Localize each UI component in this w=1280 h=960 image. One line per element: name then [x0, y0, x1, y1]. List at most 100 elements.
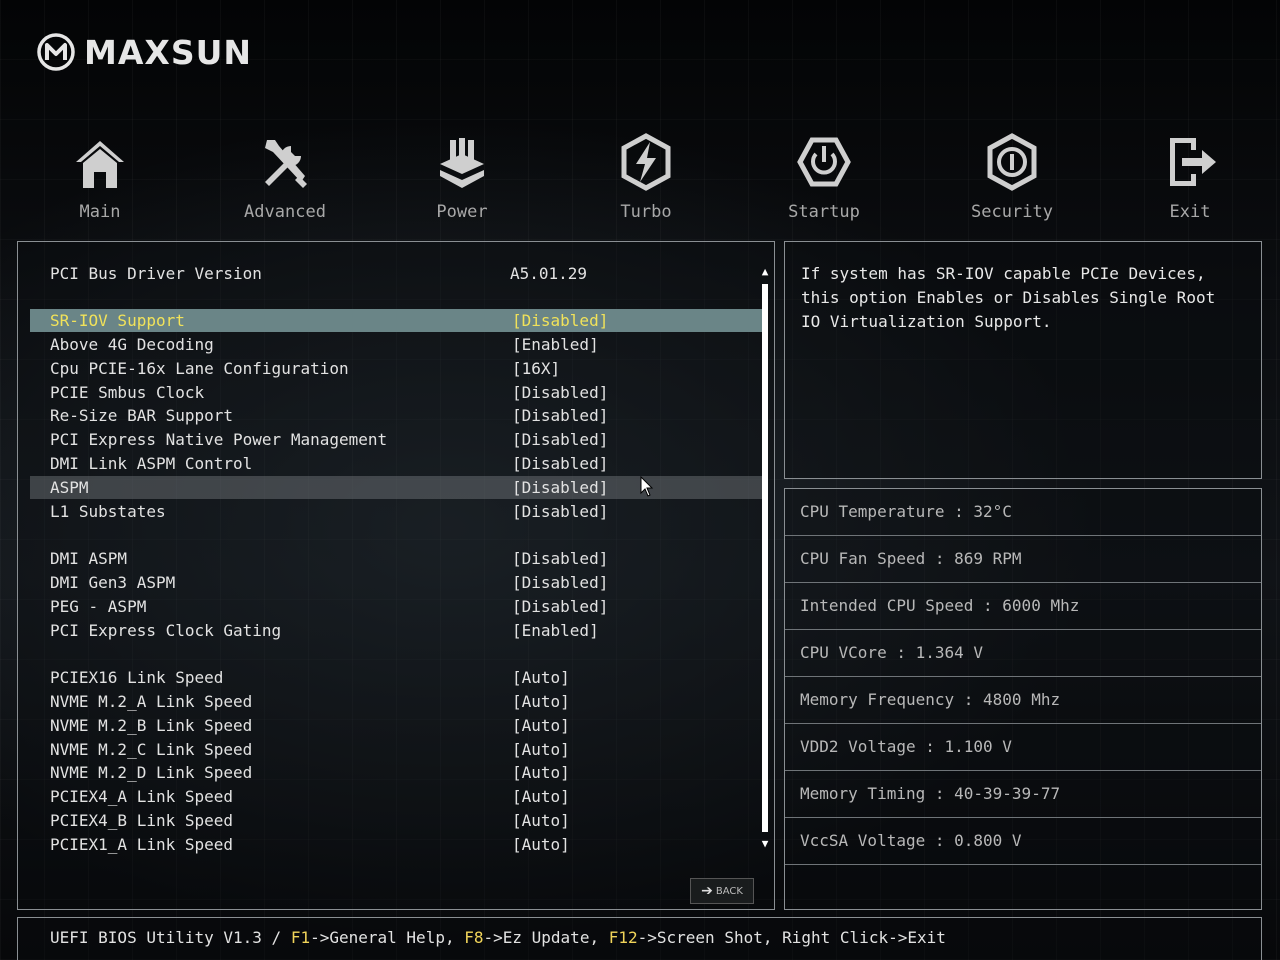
setting-row[interactable]: Above 4G Decoding [Enabled] — [30, 333, 762, 356]
setting-label: NVME M.2_B Link Speed — [50, 716, 253, 735]
setting-value[interactable]: [Auto] — [512, 738, 570, 761]
tools-icon — [265, 140, 307, 188]
settings-panel: PCI Bus Driver Version A5.01.29 SR-IOV S… — [17, 241, 775, 910]
setting-label: PCI Express Native Power Management — [50, 430, 388, 449]
scroll-down-arrow-icon[interactable]: ▼ — [760, 838, 770, 850]
setting-value[interactable]: [Disabled] — [512, 404, 608, 427]
setting-label: ASPM — [50, 478, 89, 497]
power-chip-icon — [440, 138, 484, 188]
setting-row[interactable]: NVME M.2_D Link Speed [Auto] — [30, 761, 762, 784]
help-panel: If system has SR-IOV capable PCIe Device… — [784, 241, 1262, 479]
setting-row[interactable]: NVME M.2_B Link Speed [Auto] — [30, 714, 762, 737]
setting-value[interactable]: [Disabled] — [512, 595, 608, 618]
setting-row[interactable]: PCIEX16 Link Speed [Auto] — [30, 666, 762, 689]
setting-value: A5.01.29 — [510, 264, 588, 283]
setting-value[interactable]: [Auto] — [512, 690, 570, 713]
nav-tab-power[interactable]: Power — [382, 128, 542, 228]
setting-value[interactable]: [Disabled] — [512, 547, 608, 570]
shield-lock-icon — [987, 133, 1037, 191]
setting-label: Above 4G Decoding — [50, 335, 214, 354]
nav-label-security: Security — [971, 202, 1053, 222]
footer-text-f1: ->General Help, — [310, 928, 465, 947]
setting-label: PCIE Smbus Clock — [50, 383, 205, 402]
setting-row[interactable]: PCIEX4_B Link Speed [Auto] — [30, 809, 762, 832]
setting-value[interactable]: [Enabled] — [512, 333, 599, 356]
setting-row[interactable]: DMI ASPM [Disabled] — [30, 547, 762, 570]
setting-row-sr-iov[interactable]: SR-IOV Support [Disabled] — [30, 309, 762, 332]
hw-memory-frequency: Memory Frequency : 4800 Mhz — [785, 677, 1261, 724]
scrollbar[interactable]: ▲ ▼ — [760, 266, 770, 850]
setting-value[interactable]: [Auto] — [512, 714, 570, 737]
setting-value[interactable]: [16X] — [512, 357, 560, 380]
nav-tab-advanced[interactable]: Advanced — [205, 128, 365, 228]
setting-value[interactable]: [Disabled] — [512, 309, 608, 332]
hw-cpu-vcore: CPU VCore : 1.364 V — [785, 630, 1261, 677]
setting-row[interactable]: Cpu PCIE-16x Lane Configuration [16X] — [30, 357, 762, 380]
footer-text-f8: ->Ez Update, — [483, 928, 609, 947]
exit-icon — [1170, 138, 1216, 186]
setting-row[interactable]: PCI Express Native Power Management [Dis… — [30, 428, 762, 451]
setting-value[interactable]: [Auto] — [512, 809, 570, 832]
footer-key-f12: F12 — [608, 928, 638, 947]
nav-tab-security[interactable]: Security — [932, 128, 1092, 228]
setting-label: PCIEX4_B Link Speed — [50, 811, 234, 830]
setting-row[interactable]: DMI Link ASPM Control [Disabled] — [30, 452, 762, 475]
setting-label: DMI Link ASPM Control — [50, 454, 253, 473]
setting-row[interactable]: DMI Gen3 ASPM [Disabled] — [30, 571, 762, 594]
help-text: If system has SR-IOV capable PCIe Device… — [801, 264, 1216, 331]
setting-label: SR-IOV Support — [50, 311, 185, 330]
hw-intended-cpu-speed: Intended CPU Speed : 6000 Mhz — [785, 583, 1261, 630]
nav-tab-startup[interactable]: Startup — [744, 128, 904, 228]
setting-row[interactable]: NVME M.2_A Link Speed [Auto] — [30, 690, 762, 713]
scroll-thumb[interactable] — [762, 284, 768, 832]
setting-value[interactable]: [Auto] — [512, 785, 570, 808]
setting-value[interactable]: [Disabled] — [512, 476, 608, 499]
setting-value[interactable]: [Disabled] — [512, 500, 608, 523]
setting-label: PCIEX1_A Link Speed — [50, 835, 234, 854]
setting-value[interactable]: [Disabled] — [512, 452, 608, 475]
nav-label-advanced: Advanced — [244, 202, 326, 222]
setting-value[interactable]: [Auto] — [512, 666, 570, 689]
setting-label: L1 Substates — [50, 502, 166, 521]
footer-key-f1: F1 — [290, 928, 311, 947]
setting-label: DMI Gen3 ASPM — [50, 573, 176, 592]
nav-tab-turbo[interactable]: Turbo — [566, 128, 726, 228]
setting-row[interactable]: L1 Substates [Disabled] — [30, 500, 762, 523]
hw-cpu-fan-speed: CPU Fan Speed : 869 RPM — [785, 536, 1261, 583]
footer-bar: UEFI BIOS Utility V1.3 / F1->General Hel… — [17, 917, 1262, 960]
nav-label-startup: Startup — [788, 202, 860, 222]
main-nav: Main Advanced Power Turbo Startup Securi… — [0, 128, 1280, 228]
setting-value[interactable]: [Auto] — [512, 761, 570, 784]
setting-row[interactable]: NVME M.2_C Link Speed [Auto] — [30, 738, 762, 761]
setting-value[interactable]: [Disabled] — [512, 381, 608, 404]
setting-label: NVME M.2_A Link Speed — [50, 692, 253, 711]
setting-label: DMI ASPM — [50, 549, 128, 568]
setting-row[interactable]: Re-Size BAR Support [Disabled] — [30, 404, 762, 427]
setting-value[interactable]: [Disabled] — [512, 571, 608, 594]
nav-tab-exit[interactable]: Exit — [1110, 128, 1270, 228]
setting-label: PCI Express Clock Gating — [50, 621, 282, 640]
home-icon — [76, 141, 124, 188]
setting-row[interactable]: PCIEX1_A Link Speed [Auto] — [30, 833, 762, 856]
setting-value[interactable]: [Disabled] — [512, 428, 608, 451]
setting-value[interactable]: [Auto] — [512, 833, 570, 856]
setting-row[interactable]: PCIE Smbus Clock [Disabled] — [30, 381, 762, 404]
setting-label: PEG - ASPM — [50, 597, 147, 616]
hw-cpu-temperature: CPU Temperature : 32°C — [785, 489, 1261, 536]
footer-text-f12: ->Screen Shot, Right Click->Exit — [637, 928, 946, 947]
power-button-icon — [797, 137, 851, 187]
back-button-label: BACK — [715, 885, 743, 897]
nav-label-exit: Exit — [1169, 202, 1211, 222]
setting-row[interactable]: PCI Express Clock Gating [Enabled] — [30, 619, 762, 642]
setting-row-info: PCI Bus Driver Version A5.01.29 — [30, 262, 762, 285]
setting-row[interactable]: PCIEX4_A Link Speed [Auto] — [30, 785, 762, 808]
hw-vdd2-voltage: VDD2 Voltage : 1.100 V — [785, 724, 1261, 771]
nav-tab-main[interactable]: Main — [20, 128, 180, 228]
setting-value[interactable]: [Enabled] — [512, 619, 599, 642]
back-button[interactable]: ➔ BACK — [690, 878, 754, 904]
hardware-monitor-panel: CPU Temperature : 32°C CPU Fan Speed : 8… — [784, 488, 1262, 910]
back-arrow-icon: ➔ — [701, 883, 713, 899]
footer-prefix: UEFI BIOS Utility V1.3 / — [50, 928, 291, 947]
scroll-up-arrow-icon[interactable]: ▲ — [760, 266, 770, 278]
setting-row[interactable]: PEG - ASPM [Disabled] — [30, 595, 762, 618]
